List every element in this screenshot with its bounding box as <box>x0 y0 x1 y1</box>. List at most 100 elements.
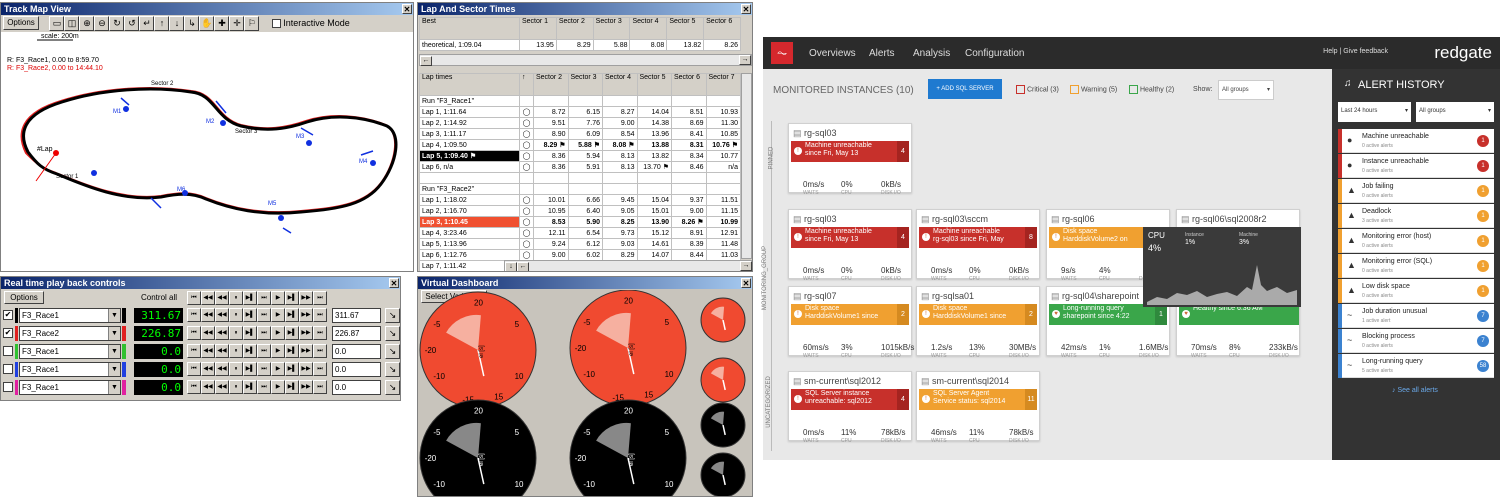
end-icon[interactable]: ⏭ <box>313 344 327 358</box>
filter-critical[interactable]: Critical (3) <box>1016 85 1059 94</box>
marker-m2[interactable] <box>220 120 226 126</box>
end-icon[interactable]: ⏭ <box>313 308 327 322</box>
scroll-right-icon[interactable]: → <box>739 55 751 65</box>
instance-alert[interactable]: ! Machine unreachable since Fri, May 13 <box>791 227 897 248</box>
scroll-down-icon[interactable]: ↓ <box>505 262 517 271</box>
race-checkbox[interactable] <box>3 346 13 356</box>
lap-table-hscrollbar[interactable]: ↓ ← → <box>504 260 752 271</box>
fast-forward-icon[interactable]: ▶▶ <box>299 362 313 376</box>
groups-select[interactable]: All groups ▾ <box>1416 102 1494 122</box>
show-groups-select[interactable]: All groups ▾ <box>1218 80 1274 100</box>
lap-table-vscrollbar[interactable] <box>741 73 752 259</box>
race-select[interactable]: F3_Race1 ▼ <box>19 380 121 395</box>
arrow-up-icon[interactable]: ↑ <box>154 16 170 31</box>
end-icon[interactable]: ⏭ <box>313 291 327 305</box>
instance-alert[interactable]: ! SQL Server Agent Service status: sql2014 <box>919 389 1025 410</box>
last-icon[interactable]: ⏭ <box>257 380 271 394</box>
play-icon[interactable]: ▶ <box>271 291 285 305</box>
race-select[interactable]: F3_Race1 ▼ <box>19 308 121 323</box>
radio-button[interactable]: ◯ <box>519 216 534 228</box>
instance-alert[interactable]: ! Machine unreachable rg-sql03 since Fri, … <box>919 227 1025 248</box>
last-icon[interactable]: ⏭ <box>257 308 271 322</box>
step-fwd-icon[interactable]: ▶▌ <box>285 326 299 340</box>
race-checkbox[interactable]: ✔ <box>3 328 13 338</box>
table-row[interactable]: Lap 4, 1:09.50 ◯ 8.29 ⚑ 5.88 ⚑ 8.08 ⚑ 13.88 8.… <box>419 139 741 151</box>
marker-m5[interactable] <box>278 215 284 221</box>
rotate-icon[interactable]: ↻ <box>109 16 125 31</box>
interactive-mode-toggle[interactable]: Interactive Mode <box>272 18 350 29</box>
rewind-icon[interactable]: ◀◀ <box>215 362 229 376</box>
rotate-back-icon[interactable]: ↺ <box>124 16 140 31</box>
radio-button[interactable]: ◯ <box>519 194 534 206</box>
see-all-alerts-link[interactable]: ♪ See all alerts <box>1392 387 1438 394</box>
options-button[interactable]: Options <box>3 16 39 30</box>
scroll-left-icon[interactable]: ← <box>517 262 529 271</box>
table-row[interactable]: Lap 6, 1:12.76 ◯ 9.00 6.02 8.29 14.07 8.44 11.0… <box>419 249 741 261</box>
instance-alert[interactable]: ♥ Healthy since 6:36 AM <box>1179 304 1299 325</box>
alert-history-item[interactable]: ▲ Deadlock 3 active alerts 1 <box>1338 204 1494 228</box>
marker-m4[interactable] <box>370 160 376 166</box>
radio-button[interactable]: ◯ <box>519 161 534 173</box>
step-fwd-icon[interactable]: ▶▌ <box>285 380 299 394</box>
time-input[interactable]: 226.87 <box>332 326 381 341</box>
nav-overviews[interactable]: Overviews <box>809 48 856 59</box>
rewind-icon[interactable]: ◀◀ <box>215 380 229 394</box>
pause-icon[interactable]: ⏸ <box>229 362 243 376</box>
last-icon[interactable]: ⏭ <box>257 291 271 305</box>
marker-m7[interactable] <box>91 170 97 176</box>
end-icon[interactable]: ⏭ <box>313 380 327 394</box>
fast-forward-icon[interactable]: ▶▶ <box>299 291 313 305</box>
pause-icon[interactable]: ⏸ <box>229 291 243 305</box>
fast-forward-icon[interactable]: ▶▶ <box>299 326 313 340</box>
alert-history-item[interactable]: ▲ Job failing 0 active alerts 1 <box>1338 179 1494 203</box>
rewind-fast-icon[interactable]: ◀◀ <box>201 344 215 358</box>
step-icon[interactable]: ▶▌ <box>243 291 257 305</box>
close-icon[interactable]: ✕ <box>741 278 751 288</box>
alert-history-item[interactable]: ● Machine unreachable 0 active alerts 1 <box>1338 129 1494 153</box>
close-icon[interactable]: ✕ <box>741 4 751 14</box>
table-row[interactable]: Run "F3_Race1" <box>419 95 741 107</box>
radio-button[interactable]: ◯ <box>519 150 534 162</box>
radio-button[interactable]: ◯ <box>519 249 534 261</box>
rewind-icon[interactable]: ◀◀ <box>215 291 229 305</box>
instance-alert[interactable]: ! Disk space HarddiskVolume1 since <box>791 304 897 325</box>
play-icon[interactable]: ▶ <box>271 380 285 394</box>
zoom-window-icon[interactable]: ▭ <box>49 16 65 31</box>
instance-card[interactable]: ▤ rg-sql03\sccm! Machine unreachable rg-sq… <box>916 209 1040 282</box>
rewind-icon[interactable]: ◀◀ <box>215 308 229 322</box>
rewind-fast-icon[interactable]: ◀◀ <box>201 326 215 340</box>
step-fwd-icon[interactable]: ▶▌ <box>285 362 299 376</box>
time-input[interactable]: 0.0 <box>332 380 381 395</box>
table-row[interactable]: Lap 3, 1:10.45 ◯ 8.53 5.90 8.25 13.90 8.26 ⚑ 10… <box>419 216 741 228</box>
scroll-left-icon[interactable]: ← <box>420 56 432 66</box>
alert-history-item[interactable]: ~ Long-running query 5 active alerts 58 <box>1338 354 1494 378</box>
instance-card[interactable]: ▤ sm-current\sql2014! SQL Server Agent Ser… <box>916 371 1040 444</box>
table-row[interactable]: Run "F3_Race2" <box>419 183 741 195</box>
instance-card[interactable]: ▤ rg-sqlsa01! Disk space HarddiskVolume1 s… <box>916 286 1040 359</box>
instance-card[interactable]: ▤ sm-current\sql2012! SQL Server instance… <box>788 371 912 444</box>
last-icon[interactable]: ⏭ <box>257 362 271 376</box>
instance-card[interactable]: ▤ rg-sql07! Disk space HarddiskVolume1 sin… <box>788 286 914 359</box>
rewind-fast-icon[interactable]: ◀◀ <box>201 362 215 376</box>
fast-forward-icon[interactable]: ▶▶ <box>299 344 313 358</box>
time-input[interactable]: 0.0 <box>332 362 381 377</box>
jump-icon[interactable]: ↘ <box>385 380 400 395</box>
close-icon[interactable]: ✕ <box>402 4 412 14</box>
critical-checkbox[interactable] <box>1016 85 1025 94</box>
marker-m1[interactable] <box>123 106 129 112</box>
fast-forward-icon[interactable]: ▶▶ <box>299 308 313 322</box>
first-icon[interactable]: ⏮ <box>187 344 201 358</box>
first-icon[interactable]: ⏮ <box>187 380 201 394</box>
race-select[interactable]: F3_Race2 ▼ <box>19 326 121 341</box>
instance-alert[interactable]: ! Disk space HarddiskVolume1 since <box>919 304 1025 325</box>
table-row[interactable]: Lap 1, 1:11.64 ◯ 8.72 6.15 8.27 14.04 8.51 10.9… <box>419 106 741 118</box>
best-hscrollbar[interactable]: ← → <box>419 54 752 66</box>
step-icon[interactable]: ▶▌ <box>243 344 257 358</box>
add-marker-icon[interactable]: ✚ <box>214 16 230 31</box>
radio-button[interactable]: ◯ <box>519 128 534 140</box>
radio-button[interactable] <box>519 172 534 184</box>
race-checkbox[interactable] <box>3 382 13 392</box>
table-row[interactable]: Lap 4, 3:23.46 ◯ 12.11 6.54 9.73 15.12 8.91 12.… <box>419 227 741 239</box>
rewind-icon[interactable]: ◀◀ <box>215 326 229 340</box>
alert-history-item[interactable]: ▲ Monitoring error (SQL) 0 active alerts 1 <box>1338 254 1494 278</box>
